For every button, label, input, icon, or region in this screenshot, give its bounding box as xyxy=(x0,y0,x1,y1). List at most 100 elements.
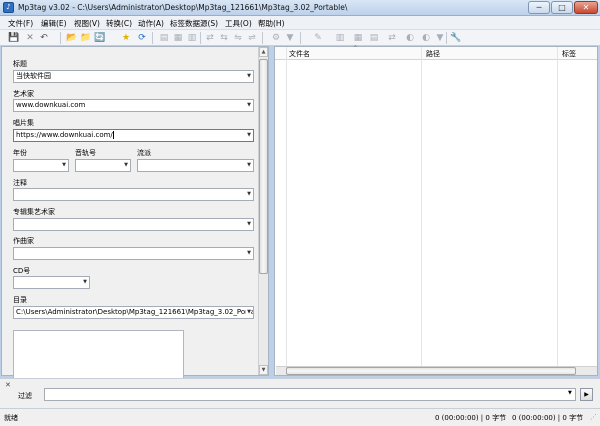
playlist-icon[interactable]: ⇄ xyxy=(386,32,398,44)
minimize-button[interactable]: ─ xyxy=(528,1,550,14)
toolbar-separator xyxy=(300,32,301,44)
menu-view[interactable]: 视图(V) xyxy=(74,18,100,29)
disc-2-icon[interactable]: ◐ xyxy=(420,32,432,44)
comment-field[interactable]: ▼ xyxy=(13,188,254,201)
list-header: 文件名 ^ 路径 标签 xyxy=(275,45,597,60)
toolbar-separator xyxy=(200,32,201,44)
case-icon[interactable]: ✎ xyxy=(312,32,324,44)
scrollbar-thumb[interactable] xyxy=(259,59,268,274)
album-field[interactable]: https://www.downkuai.com/ ▼ xyxy=(13,129,254,142)
chevron-down-icon[interactable]: ▼ xyxy=(124,160,128,171)
menu-tools[interactable]: 工具(O) xyxy=(225,18,252,29)
chevron-down-icon[interactable]: ▼ xyxy=(246,307,251,318)
favorites-icon[interactable]: ★ xyxy=(120,32,132,44)
menu-actions[interactable]: 动作(A) xyxy=(138,18,164,29)
actions-menu-icon[interactable]: ▼ xyxy=(284,32,296,44)
save-icon[interactable]: 💾 xyxy=(8,32,20,44)
menu-bar: 文件(F) 编辑(E) 视图(V) 转换(C) 动作(A) 标签数据源(S) 工… xyxy=(0,16,600,30)
chevron-down-icon[interactable]: ▼ xyxy=(568,390,572,396)
chevron-down-icon[interactable]: ▼ xyxy=(83,277,87,288)
chevron-down-icon[interactable]: ▼ xyxy=(247,71,251,82)
directory-field[interactable]: C:\Users\Administrator\Desktop\Mp3tag_12… xyxy=(13,306,254,319)
column-path[interactable]: 路径 xyxy=(426,49,440,59)
year-field[interactable]: ▼ xyxy=(13,159,69,172)
case-conversion-icon[interactable]: ▥ xyxy=(334,32,346,44)
undo-icon[interactable]: ↶ xyxy=(38,32,50,44)
composer-field[interactable]: ▼ xyxy=(13,247,254,260)
menu-edit[interactable]: 编辑(E) xyxy=(41,18,67,29)
album-artist-field[interactable]: ▼ xyxy=(13,218,254,231)
menu-file[interactable]: 文件(F) xyxy=(8,18,33,29)
column-tag[interactable]: 标签 xyxy=(562,49,576,59)
export-icon[interactable]: ⇌ xyxy=(246,32,258,44)
tag-panel-scrollbar[interactable]: ▲ ▼ xyxy=(258,47,268,375)
add-directory-icon[interactable]: 📂 xyxy=(66,32,78,44)
toolbar-separator xyxy=(262,32,263,44)
actions-icon[interactable]: ⚙ xyxy=(270,32,282,44)
close-button[interactable]: ✕ xyxy=(574,1,598,14)
status-total: 0 (00:00:00) | 0 字节 xyxy=(512,414,584,422)
file-list[interactable]: 文件名 ^ 路径 标签 xyxy=(274,45,598,376)
menu-convert[interactable]: 转换(C) xyxy=(106,18,132,29)
chevron-down-icon[interactable]: ▼ xyxy=(247,248,251,259)
chevron-down-icon[interactable]: ▼ xyxy=(247,219,251,230)
refresh-icon[interactable]: 🔄 xyxy=(94,32,106,44)
chevron-down-icon[interactable]: ▼ xyxy=(247,189,251,200)
text-to-tag-icon[interactable]: ⇋ xyxy=(232,32,244,44)
freedb-icon[interactable]: ▤ xyxy=(368,32,380,44)
title-value: 当快软件园 xyxy=(16,72,51,80)
track-field[interactable]: ▼ xyxy=(75,159,131,172)
chevron-down-icon[interactable]: ▼ xyxy=(247,130,251,141)
filename-to-tag-icon[interactable]: ⇆ xyxy=(218,32,230,44)
chevron-down-icon[interactable]: ▼ xyxy=(247,100,251,111)
settings-icon[interactable]: 🔧 xyxy=(450,32,462,44)
column-divider[interactable] xyxy=(286,47,287,369)
close-icon[interactable]: ✕ xyxy=(5,381,11,389)
album-value: https://www.downkuai.com/ xyxy=(16,131,113,139)
status-selected: 0 (00:00:00) | 0 字节 xyxy=(435,414,507,422)
open-directory-icon[interactable]: 📁 xyxy=(80,32,92,44)
scroll-down-icon[interactable]: ▼ xyxy=(259,365,268,375)
composer-label: 作曲家 xyxy=(13,237,34,245)
scroll-up-icon[interactable]: ▲ xyxy=(259,47,268,57)
tag-sources-icon[interactable]: ⟳ xyxy=(136,32,148,44)
web-source-icon[interactable]: ▦ xyxy=(352,32,364,44)
comment-label: 注释 xyxy=(13,179,27,187)
filter-label: 过滤 xyxy=(18,392,32,400)
status-bar: 就绪 0 (00:00:00) | 0 字节 0 (00:00:00) | 0 … xyxy=(0,408,600,426)
disc-icon[interactable]: ◐ xyxy=(404,32,416,44)
directory-label: 目录 xyxy=(13,296,27,304)
more-menu-icon[interactable]: ▼ xyxy=(434,32,446,44)
tag-panel: 标题 当快软件园 ▼ 艺术家 www.downkuai.com ▼ 唱片集 ht… xyxy=(1,46,269,420)
title-field[interactable]: 当快软件园 ▼ xyxy=(13,70,254,83)
toolbar-separator xyxy=(446,32,447,44)
maximize-button[interactable]: □ xyxy=(551,1,573,14)
genre-field[interactable]: ▼ xyxy=(137,159,254,172)
text-caret xyxy=(112,131,114,139)
column-divider[interactable] xyxy=(557,47,558,369)
filter-bar: ✕ 过滤 ▼ ▶ xyxy=(0,378,600,408)
cut-icon[interactable]: ▤ xyxy=(158,32,170,44)
artist-field[interactable]: www.downkuai.com ▼ xyxy=(13,99,254,112)
column-filename[interactable]: 文件名 xyxy=(289,49,310,59)
tag-to-filename-icon[interactable]: ⇄ xyxy=(204,32,216,44)
menu-tag-sources[interactable]: 标签数据源(S) xyxy=(170,18,218,29)
filter-go-button[interactable]: ▶ xyxy=(580,388,593,401)
track-label: 音轨号 xyxy=(75,149,96,157)
menu-help[interactable]: 帮助(H) xyxy=(258,18,285,29)
toolbar-separator xyxy=(60,32,61,44)
scrollbar-thumb[interactable] xyxy=(286,367,576,375)
column-divider[interactable] xyxy=(421,47,422,369)
filter-input[interactable] xyxy=(44,388,576,401)
resize-grip-icon[interactable]: ⋰ xyxy=(590,413,597,421)
chevron-down-icon[interactable]: ▼ xyxy=(247,160,251,171)
remove-icon[interactable]: ✕ xyxy=(24,32,36,44)
file-list-hscrollbar[interactable] xyxy=(276,366,597,375)
disc-field[interactable]: ▼ xyxy=(13,276,90,289)
disc-label: CD号 xyxy=(13,267,31,275)
chevron-down-icon[interactable]: ▼ xyxy=(62,160,66,171)
paste-icon[interactable]: ▥ xyxy=(186,32,198,44)
title-label: 标题 xyxy=(13,60,27,68)
copy-icon[interactable]: ▦ xyxy=(172,32,184,44)
title-bar: ♪ Mp3tag v3.02 - C:\Users\Administrator\… xyxy=(0,0,600,16)
